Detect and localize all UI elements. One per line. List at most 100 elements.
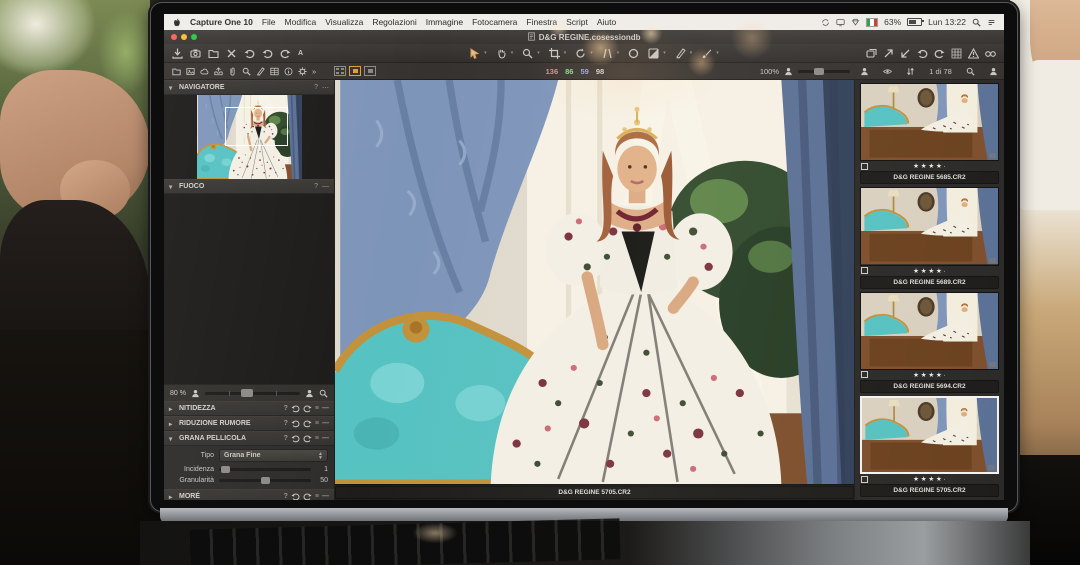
- proof-view-button[interactable]: [985, 48, 996, 59]
- moire-header[interactable]: ▸ MORÉ ?≡—: [164, 489, 334, 500]
- input-language-flag-icon[interactable]: [866, 18, 878, 27]
- grain-preset-button[interactable]: ≡: [315, 435, 319, 442]
- menu-item-immagine[interactable]: Immagine: [426, 17, 463, 27]
- grain-granularity-slider[interactable]: [219, 479, 311, 482]
- sharpening-collapse-button[interactable]: —: [322, 405, 329, 412]
- moire-help-button[interactable]: ?: [284, 493, 288, 500]
- noise-chevron-icon[interactable]: ▸: [169, 420, 176, 428]
- thumbnail-image-3[interactable]: [860, 292, 999, 370]
- thumbnail-rating-row-3[interactable]: ★ ★ ★ ★ ·: [860, 370, 999, 380]
- user-filter-icon[interactable]: [989, 67, 998, 76]
- grain-collapse-button[interactable]: —: [322, 435, 329, 442]
- noise-reduction-header[interactable]: ▸ RIDUZIONE RUMORE ?≡—: [164, 416, 334, 431]
- strip-view-button[interactable]: [364, 66, 376, 76]
- navigator-chevron-icon[interactable]: ▾: [169, 84, 176, 92]
- navigator-help-button[interactable]: ?: [314, 84, 318, 91]
- tab-overflow-button[interactable]: »: [312, 67, 316, 76]
- menu-item-file[interactable]: File: [262, 17, 276, 27]
- navigator-viewport-box[interactable]: [225, 107, 288, 146]
- thumb-checkbox-4[interactable]: [861, 476, 868, 483]
- viewer-zoom-slider[interactable]: [798, 70, 850, 73]
- grid-overlay-button[interactable]: [951, 48, 962, 59]
- apply-forward-button[interactable]: [883, 48, 894, 59]
- grain-impact-slider[interactable]: [219, 468, 311, 471]
- sort-icon[interactable]: [906, 67, 915, 76]
- spotlight-search-icon[interactable]: [972, 18, 981, 27]
- moire-reset-icon[interactable]: [303, 492, 312, 500]
- capture-tab-icon[interactable]: [186, 67, 195, 76]
- output-tab-icon[interactable]: [214, 67, 223, 76]
- menu-item-script[interactable]: Script: [566, 17, 588, 27]
- apply-back-button[interactable]: [900, 48, 911, 59]
- exposure-warning-button[interactable]: [968, 48, 979, 59]
- thumbnail-rating-row-1[interactable]: ★ ★ ★ ★ ·: [860, 161, 999, 171]
- crop-tool[interactable]: [549, 48, 560, 59]
- thumbnail-rating-row-4[interactable]: ★ ★ ★ ★ ·: [860, 474, 999, 484]
- grid-view-button[interactable]: [334, 66, 346, 76]
- thumb-checkbox-1[interactable]: [861, 163, 868, 170]
- capture-button[interactable]: [190, 48, 201, 59]
- browser-zoom-icon[interactable]: [860, 67, 869, 76]
- filter-search-icon[interactable]: [966, 67, 975, 76]
- info-tab-icon[interactable]: [284, 67, 293, 76]
- sharpening-header[interactable]: ▸ NITIDEZZA ?≡—: [164, 401, 334, 416]
- brush-dropdown-caret[interactable]: ▾: [716, 50, 719, 56]
- cursor-dropdown-caret[interactable]: ▾: [484, 50, 487, 56]
- keystone-dropdown-caret[interactable]: ▾: [617, 50, 620, 56]
- menu-clock[interactable]: Lun 13:22: [928, 17, 966, 27]
- rotate-cw-button[interactable]: [934, 48, 945, 59]
- grain-copy-icon[interactable]: [291, 434, 300, 443]
- settings-tab-icon[interactable]: [298, 67, 307, 76]
- focus-chevron-icon[interactable]: ▾: [169, 183, 176, 191]
- thumbnail-cell-4-selected[interactable]: ★ ★ ★ ★ · D&G REGINE 5705.CR2: [860, 396, 999, 497]
- adjustments-tab-icon[interactable]: [256, 67, 265, 76]
- grain-chevron-icon[interactable]: ▾: [169, 435, 176, 443]
- sharpening-help-button[interactable]: ?: [284, 405, 288, 412]
- app-status-icon[interactable]: [851, 18, 860, 27]
- preview-eye-icon[interactable]: [883, 67, 892, 76]
- noise-copy-icon[interactable]: [291, 419, 300, 428]
- focus-zoom-out-icon[interactable]: [191, 389, 200, 398]
- focus-help-button[interactable]: ?: [314, 183, 318, 190]
- notification-center-icon[interactable]: [987, 18, 996, 27]
- pen-dropdown-caret[interactable]: ▾: [690, 50, 693, 56]
- thumb-rating-3[interactable]: ★ ★ ★ ★ ·: [913, 371, 946, 379]
- menu-item-regolazioni[interactable]: Regolazioni: [372, 17, 416, 27]
- noise-preset-button[interactable]: ≡: [315, 420, 319, 427]
- menu-item-visualizza[interactable]: Visualizza: [325, 17, 363, 27]
- grain-help-button[interactable]: ?: [284, 435, 288, 442]
- pan-hand-tool[interactable]: [496, 48, 507, 59]
- thumbnail-rating-row-2[interactable]: ★ ★ ★ ★ ·: [860, 266, 999, 276]
- brush-tool[interactable]: [701, 48, 712, 59]
- focus-preview[interactable]: [164, 194, 334, 384]
- undo-button[interactable]: [244, 48, 255, 59]
- focus-header[interactable]: ▾ FUOCO ?—: [164, 179, 334, 194]
- redo-button[interactable]: [280, 48, 291, 59]
- details-tab-icon[interactable]: [242, 67, 251, 76]
- sharpening-chevron-icon[interactable]: ▸: [169, 405, 176, 413]
- noise-reset-icon[interactable]: [303, 419, 312, 428]
- loupe-tool[interactable]: [522, 48, 533, 59]
- main-photo[interactable]: [335, 80, 854, 484]
- menu-item-aiuto[interactable]: Aiuto: [597, 17, 616, 27]
- color-tag-icon[interactable]: [841, 489, 848, 496]
- sharpening-reset-icon[interactable]: [303, 404, 312, 413]
- mask-dropdown-caret[interactable]: ▾: [663, 50, 666, 56]
- navigator-menu-button[interactable]: ⋯: [322, 84, 329, 92]
- delete-button[interactable]: [226, 48, 237, 59]
- moire-collapse-button[interactable]: —: [322, 493, 329, 500]
- thumbnail-image-4[interactable]: [860, 396, 999, 474]
- metadata-tab-icon[interactable]: [228, 67, 237, 76]
- lens-tab-icon[interactable]: [200, 67, 209, 76]
- apple-menu-icon[interactable]: [172, 18, 181, 27]
- keystone-tool[interactable]: [602, 48, 613, 59]
- thumb-filename-2[interactable]: D&G REGINE 5689.CR2: [860, 276, 999, 289]
- grain-type-select[interactable]: Grana Fine ▲▼: [219, 449, 328, 462]
- moire-preset-button[interactable]: ≡: [315, 493, 319, 500]
- moire-chevron-icon[interactable]: ▸: [169, 493, 176, 501]
- thumbnail-image-1[interactable]: [860, 83, 999, 161]
- color-tag-checkbox[interactable]: [790, 489, 798, 497]
- thumbnail-cell-2[interactable]: ★ ★ ★ ★ · D&G REGINE 5689.CR2: [860, 187, 999, 288]
- select-stepper-icon[interactable]: ▲▼: [318, 452, 323, 460]
- navigator-header[interactable]: ▾ NAVIGATORE ?⋯: [164, 80, 334, 95]
